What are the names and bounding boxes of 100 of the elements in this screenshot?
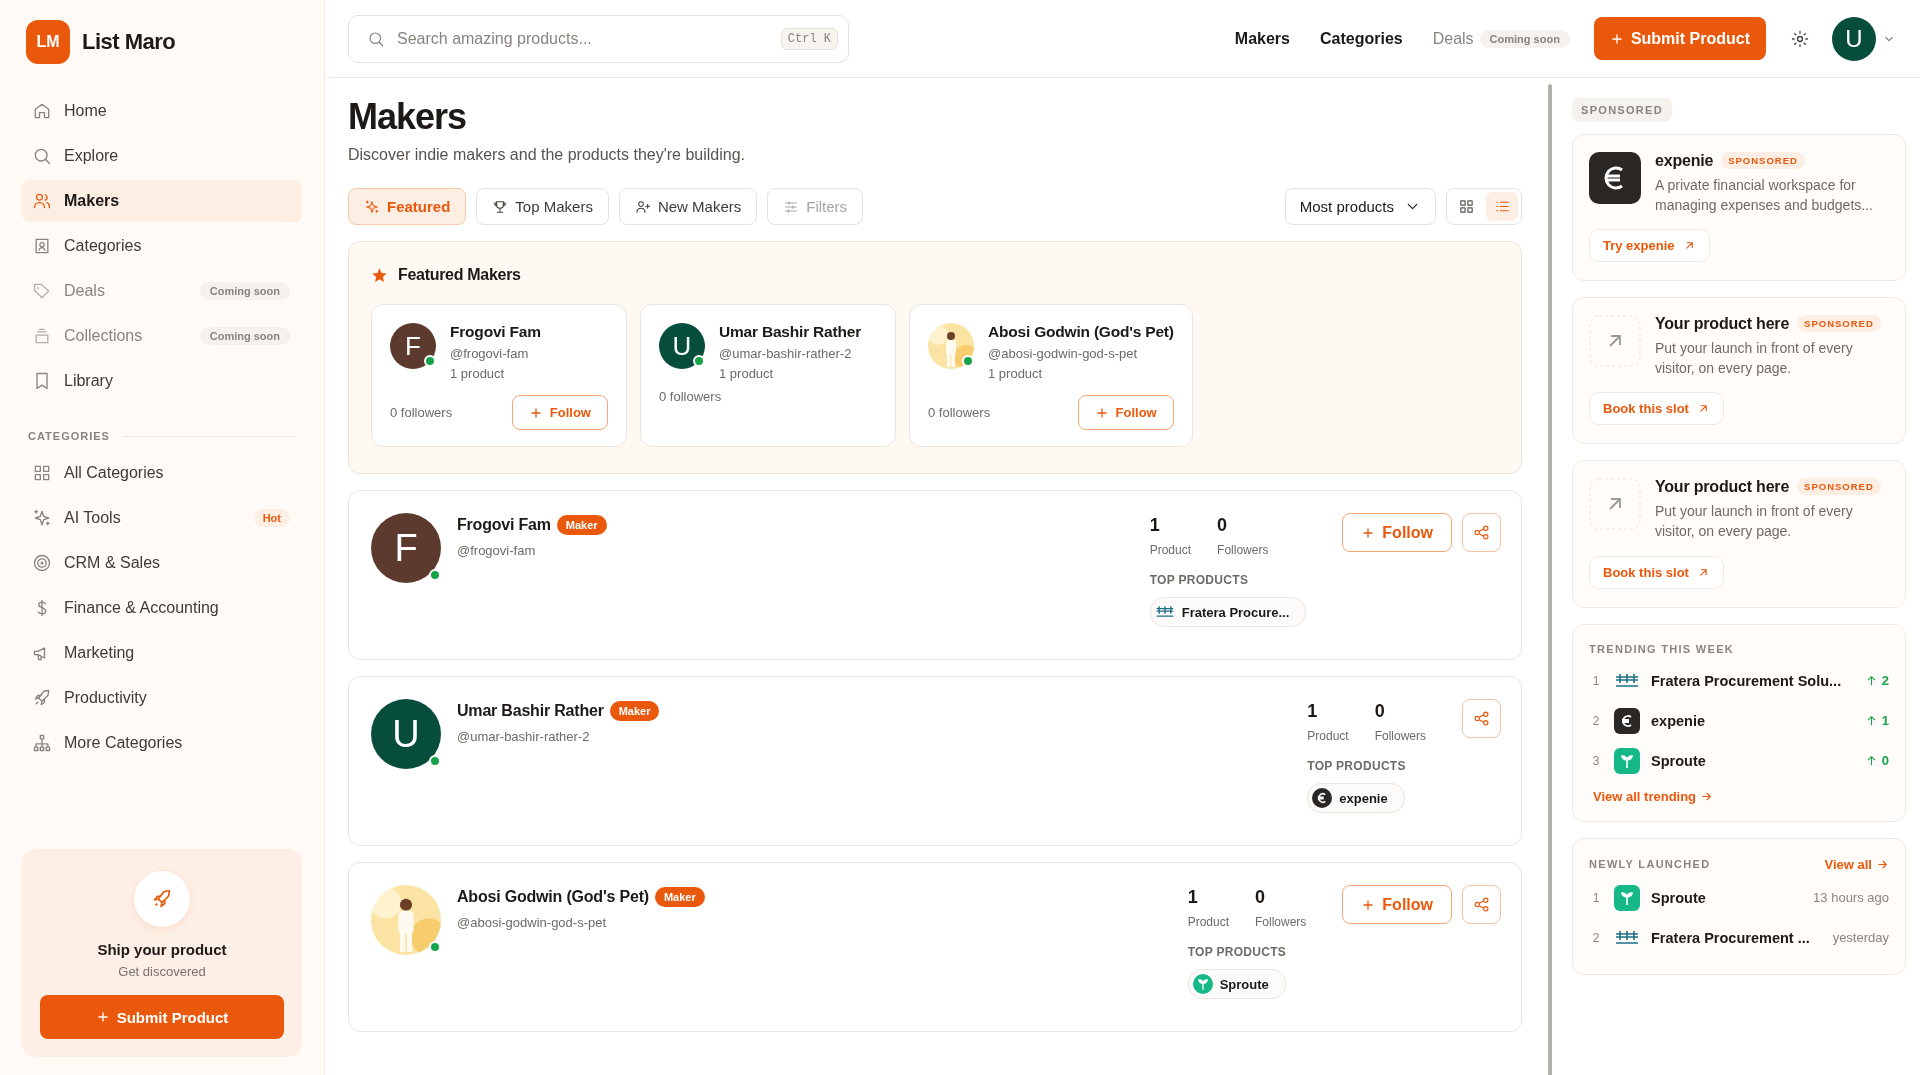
nav-item[interactable]: Library xyxy=(22,360,302,402)
product-name: Sproute xyxy=(1651,752,1707,769)
filter-tab[interactable]: Top Makers xyxy=(476,188,609,225)
top-products-heading: TOP PRODUCTS xyxy=(1187,945,1287,959)
tag-icon xyxy=(32,281,52,301)
sponsored-badge: SPONSORED xyxy=(1797,315,1881,333)
plus-icon xyxy=(95,1010,110,1024)
maker-card[interactable]: F Frogovi Fam @frogovi-fam 1 product 0 followers Follow xyxy=(371,304,627,447)
trending-item[interactable]: 1 Fratera Procurement Solu... 2 xyxy=(1589,660,1889,701)
product-count: 1 product xyxy=(719,366,775,381)
submit-product-button[interactable]: Submit Product xyxy=(40,995,284,1039)
grid-icon xyxy=(32,463,52,483)
view-all-link[interactable]: View all xyxy=(1820,856,1889,872)
sponsored-label: SPONSORED xyxy=(1572,98,1672,122)
trophy-icon xyxy=(492,198,509,215)
launch-time: 13 hours ago xyxy=(1813,890,1889,906)
category-item[interactable]: Finance & Accounting xyxy=(22,587,302,629)
share-button[interactable] xyxy=(1462,699,1501,738)
list-view-button[interactable] xyxy=(1486,192,1518,221)
rocket-icon xyxy=(32,688,52,708)
stat-label: Followers xyxy=(1217,543,1269,557)
maker-name: Abosi Godwin (God's Pet) xyxy=(457,888,649,906)
avatar: U xyxy=(371,699,441,769)
home-icon xyxy=(32,101,52,121)
rank-change: 1 xyxy=(1864,713,1889,729)
nav-item[interactable]: Explore xyxy=(22,135,302,177)
view-all-trending-link[interactable]: View all trending xyxy=(1589,788,1714,804)
section-title: Featured Makers xyxy=(398,266,521,284)
product-chip[interactable]: expenie xyxy=(1307,783,1405,813)
category-item[interactable]: CRM & Sales xyxy=(22,542,302,584)
stat-value: 1 xyxy=(1307,701,1319,722)
share-button[interactable] xyxy=(1462,885,1501,924)
maker-card[interactable]: U Umar Bashir Rather @umar-bashir-rather-2 1 product 0 followers xyxy=(640,304,896,447)
trending-item[interactable]: 3 Sproute 0 xyxy=(1589,740,1889,781)
maker-card[interactable]: Abosi Godwin (God's Pet) @abosi-godwin-god-s-pet 1 product 0 followers Follow xyxy=(909,304,1193,447)
nav-item[interactable]: Makers xyxy=(22,180,302,222)
coming-soon-badge: Coming soon xyxy=(199,282,290,300)
maker-row-card[interactable]: Abosi Godwin (God's Pet) Maker @abosi-godwin-god-s-pet 1 Product 0 Followers TOP PRODUCTS Sproute Follow xyxy=(348,862,1522,1032)
submit-product-button[interactable]: Submit Product xyxy=(1593,17,1766,60)
category-item[interactable]: AI Tools Hot xyxy=(22,497,302,539)
target-icon xyxy=(32,553,52,573)
arrow-up-right-icon xyxy=(1589,478,1641,531)
stat-label: Product xyxy=(1187,915,1229,929)
search-bar[interactable]: Search amazing products... Ctrl K xyxy=(348,14,849,63)
stat-label: Followers xyxy=(1255,915,1307,929)
stat-value: 0 xyxy=(1255,887,1266,908)
nav-item[interactable]: Home xyxy=(22,90,302,132)
follow-button[interactable]: Follow xyxy=(1077,395,1174,430)
follow-button[interactable]: Follow xyxy=(1342,513,1452,552)
top-nav-link[interactable]: Categories xyxy=(1320,29,1403,48)
product-name: Fratera Procurement Solu... xyxy=(1651,672,1843,689)
sparkles-icon xyxy=(32,508,52,528)
ad-cta-button[interactable]: Try expenie xyxy=(1589,229,1710,263)
sort-dropdown[interactable]: Most products xyxy=(1284,188,1436,225)
user-avatar[interactable]: U xyxy=(1832,16,1876,61)
share-button[interactable] xyxy=(1462,513,1501,552)
follow-button[interactable]: Follow xyxy=(1342,885,1452,924)
nav-item[interactable]: Categories xyxy=(22,225,302,267)
category-item[interactable]: Marketing xyxy=(22,632,302,674)
maker-row-card[interactable]: F Frogovi Fam Maker @frogovi-fam 1 Product 0 Followers TOP PRODUCTS Fratera Procure... Follow xyxy=(348,490,1522,660)
rank-change: 0 xyxy=(1864,753,1889,769)
rank-number: 3 xyxy=(1591,753,1601,768)
product-chip[interactable]: Sproute xyxy=(1187,969,1286,999)
ad-title: expenie xyxy=(1655,152,1714,169)
maker-name: Abosi Godwin (God's Pet) xyxy=(988,323,1174,341)
section-heading: CATEGORIES xyxy=(28,430,110,442)
category-item[interactable]: Productivity xyxy=(22,677,302,719)
scrollbar[interactable] xyxy=(1548,84,1552,1075)
maker-handle: @frogovi-fam xyxy=(457,543,537,558)
category-item[interactable]: More Categories xyxy=(22,722,302,764)
ad-title: Your product here xyxy=(1655,315,1790,333)
follow-button[interactable]: Follow xyxy=(511,395,608,430)
brand-logo[interactable]: LM xyxy=(26,20,70,64)
product-chip[interactable]: Fratera Procure... xyxy=(1149,597,1307,627)
product-name: Sproute xyxy=(1651,889,1707,906)
stat-label: Product xyxy=(1149,543,1192,557)
ad-cta-button[interactable]: Book this slot xyxy=(1589,555,1724,589)
launch-item[interactable]: 2 Fratera Procurement ... yesterday xyxy=(1589,917,1889,958)
maker-name: Frogovi Fam xyxy=(450,323,541,341)
launch-item[interactable]: 1 Sproute 13 hours ago xyxy=(1589,877,1889,918)
category-item[interactable]: All Categories xyxy=(22,452,302,494)
sun-icon[interactable] xyxy=(1790,28,1810,49)
trending-item[interactable]: 2 expenie 1 xyxy=(1589,700,1889,741)
users-icon xyxy=(32,191,52,211)
product-name: expenie xyxy=(1651,712,1706,729)
plus-icon xyxy=(1609,31,1624,46)
maker-handle: @frogovi-fam xyxy=(450,346,530,361)
search-field[interactable]: Search amazing products... xyxy=(397,26,769,51)
maker-row-card[interactable]: U Umar Bashir Rather Maker @umar-bashir-rather-2 1 Product 0 Followers TOP PRODUCTS expenie xyxy=(348,676,1522,846)
follower-count: 0 followers xyxy=(928,405,991,420)
stat-value: 0 xyxy=(1374,701,1386,722)
grid-icon xyxy=(1457,198,1475,215)
top-nav-link[interactable]: Makers xyxy=(1234,29,1290,48)
brand-name[interactable]: List Maro xyxy=(82,29,176,55)
ad-cta-button[interactable]: Book this slot xyxy=(1589,392,1724,426)
hot-badge: Hot xyxy=(253,509,290,527)
search-icon xyxy=(32,146,52,166)
promo-title: Ship your product xyxy=(97,941,227,958)
hierarchy-icon xyxy=(32,733,52,753)
filter-tab[interactable]: New Makers xyxy=(618,188,758,225)
